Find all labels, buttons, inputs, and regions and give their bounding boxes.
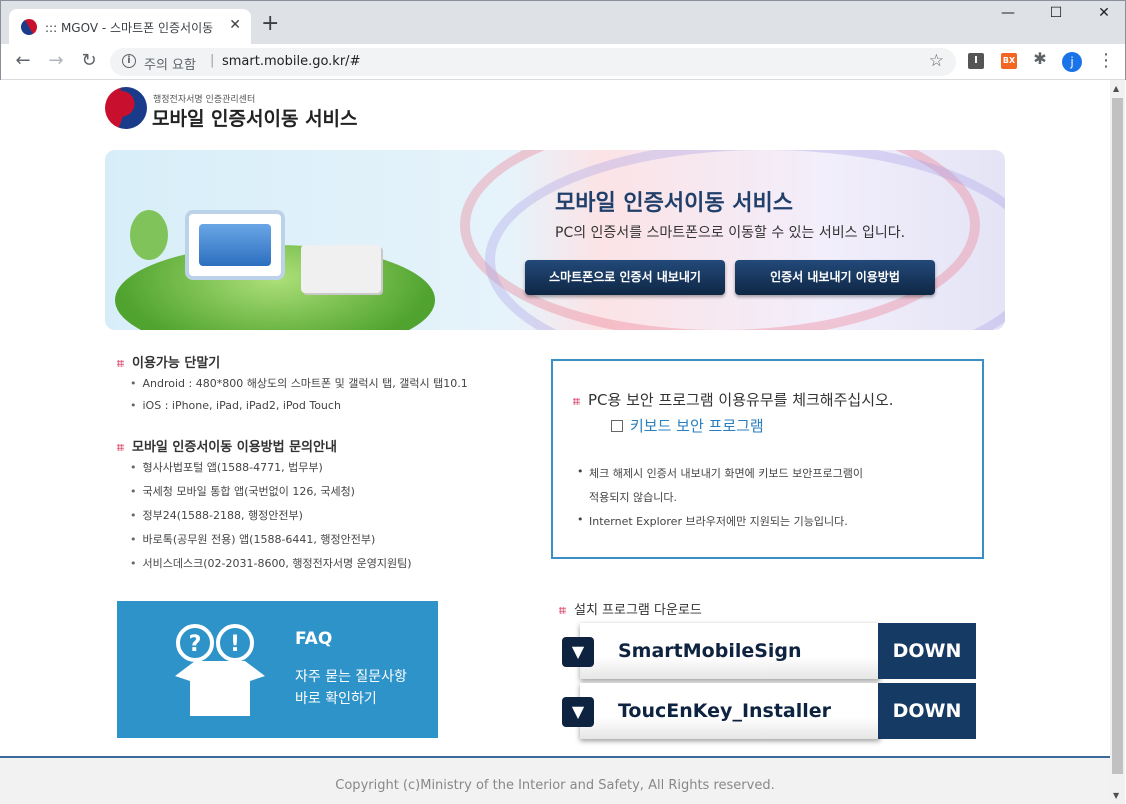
browser-menu-icon[interactable]: ⋮ <box>1097 50 1115 71</box>
download-smartmobilesign: SmartMobileSign ▼ DOWN <box>562 623 976 679</box>
reload-icon[interactable]: ↻ <box>77 50 101 71</box>
logo-title: 모바일 인증서이동 서비스 <box>152 108 358 130</box>
extension-bx-icon[interactable]: BX <box>1001 53 1017 69</box>
tree-illustration <box>130 210 168 260</box>
security-program-box: PC용 보안 프로그램 이용유무를 체크해주십시오. 키보드 보안 프로그램 체… <box>551 359 984 559</box>
close-window-button[interactable]: ✕ <box>1089 5 1119 21</box>
checkbox-label[interactable]: 키보드 보안 프로그램 <box>630 415 764 436</box>
down-arrow-icon: ▼ <box>562 637 594 667</box>
maximize-button[interactable]: ☐ <box>1041 5 1071 21</box>
banner-title: 모바일 인증서이동 서비스 <box>555 191 793 216</box>
address-bar[interactable]: i 주의 요함 | smart.mobile.go.kr/# ☆ <box>110 48 956 76</box>
government-emblem-icon <box>105 87 147 129</box>
download-button[interactable]: DOWN <box>878 683 976 739</box>
svg-text:?: ? <box>189 632 202 657</box>
extension-i-icon[interactable]: I <box>968 53 984 69</box>
bookmark-star-icon[interactable]: ☆ <box>929 51 944 71</box>
scroll-up-arrow-icon[interactable]: ▲ <box>1113 84 1119 93</box>
address-separator: | <box>210 53 215 68</box>
checkbox-square[interactable] <box>611 419 623 432</box>
url-text[interactable]: smart.mobile.go.kr/# <box>222 54 360 69</box>
banner-description: PC의 인증서를 스마트폰으로 이동할 수 있는 서비스 입니다. <box>555 225 906 241</box>
list-item: Android : 480*800 해상도의 스마트폰 및 갤럭시 탭, 갤럭시… <box>130 375 468 391</box>
download-touchenkey: ToucEnKey_Installer ▼ DOWN <box>562 683 976 739</box>
scroll-down-arrow-icon[interactable]: ▼ <box>1113 791 1119 800</box>
hero-banner: 모바일 인증서이동 서비스 PC의 인증서를 스마트폰으로 이동할 수 있는 서… <box>105 150 1005 330</box>
list-item: 바로톡(공무원 전용) 앱(1588-6441, 행정안전부) <box>130 531 376 547</box>
extensions-puzzle-icon[interactable]: ✱ <box>1028 49 1052 68</box>
new-tab-button[interactable]: + <box>261 13 279 35</box>
faq-banner[interactable]: ? ! FAQ 자주 묻는 질문사항 바로 확인하기 <box>117 601 438 738</box>
list-item: iOS : iPhone, iPad, iPad2, iPod Touch <box>130 399 341 412</box>
info-icon[interactable]: i <box>122 54 136 68</box>
tab-close-icon[interactable]: ✕ <box>229 17 241 33</box>
tab-title: ::: MGOV - 스마트폰 인증서이동 <box>45 21 214 35</box>
back-arrow-icon[interactable]: ← <box>11 50 35 71</box>
keyboard-security-checkbox[interactable]: 키보드 보안 프로그램 <box>611 415 764 436</box>
svg-text:!: ! <box>230 632 240 657</box>
faq-title: FAQ <box>295 629 333 649</box>
program-name: SmartMobileSign <box>580 623 880 679</box>
list-item: 서비스데스크(02-2031-8600, 행정전자서명 운영지원팀) <box>130 555 412 571</box>
page-footer: Copyright (c)Ministry of the Interior an… <box>0 756 1110 804</box>
list-item: 형사사법포털 앱(1588-4771, 법무부) <box>130 459 323 475</box>
program-name: ToucEnKey_Installer <box>580 683 880 739</box>
page-content: 행정전자서명 인증관리센터 모바일 인증서이동 서비스 모바일 인증서이동 서비… <box>0 80 1110 804</box>
page-scrollbar[interactable]: ▲ ▼ <box>1110 80 1125 804</box>
list-item: 국세청 모바일 통합 앱(국번없이 126, 국세청) <box>130 483 355 499</box>
minimize-button[interactable]: — <box>993 5 1023 21</box>
phone-illustration <box>301 245 381 293</box>
faq-question-box-icon: ? ! <box>175 624 265 716</box>
site-favicon-icon <box>18 16 40 38</box>
devices-heading: 이용가능 단말기 <box>117 352 220 371</box>
security-status: 주의 요함 <box>144 58 196 73</box>
forward-arrow-icon[interactable]: → <box>44 50 68 71</box>
security-note: 적용되지 않습니다. <box>589 491 677 504</box>
export-cert-button[interactable]: 스마트폰으로 인증서 내보내기 <box>525 260 725 295</box>
browser-toolbar: ← → ↻ i 주의 요함 | smart.mobile.go.kr/# ☆ I… <box>1 44 1125 80</box>
download-button[interactable]: DOWN <box>878 623 976 679</box>
list-item: 정부24(1588-2188, 행정안전부) <box>130 507 303 523</box>
down-arrow-icon: ▼ <box>562 697 594 727</box>
scrollbar-thumb[interactable] <box>1112 98 1123 774</box>
profile-avatar[interactable]: j <box>1062 52 1082 72</box>
browser-chrome: ::: MGOV - 스마트폰 인증서이동 ✕ + — ☐ ✕ ← → ↻ i … <box>0 0 1126 80</box>
export-howto-button[interactable]: 인증서 내보내기 이용방법 <box>735 260 935 295</box>
downloads-heading: 설치 프로그램 다운로드 <box>559 599 702 618</box>
monitor-illustration <box>185 210 285 280</box>
copyright-text: Copyright (c)Ministry of the Interior an… <box>335 778 775 793</box>
inquiry-heading: 모바일 인증서이동 이용방법 문의안내 <box>117 436 337 455</box>
faq-line1: 자주 묻는 질문사항 <box>295 669 407 685</box>
faq-line2: 바로 확인하기 <box>295 691 377 707</box>
security-heading: PC용 보안 프로그램 이용유무를 체크해주십시오. <box>573 389 894 410</box>
security-note: Internet Explorer 브라우저에만 지원되는 기능입니다. <box>577 513 848 529</box>
security-note: 체크 해제시 인증서 내보내기 화면에 키보드 보안프로그램이 <box>577 465 863 481</box>
browser-tab[interactable]: ::: MGOV - 스마트폰 인증서이동 ✕ <box>9 9 251 44</box>
